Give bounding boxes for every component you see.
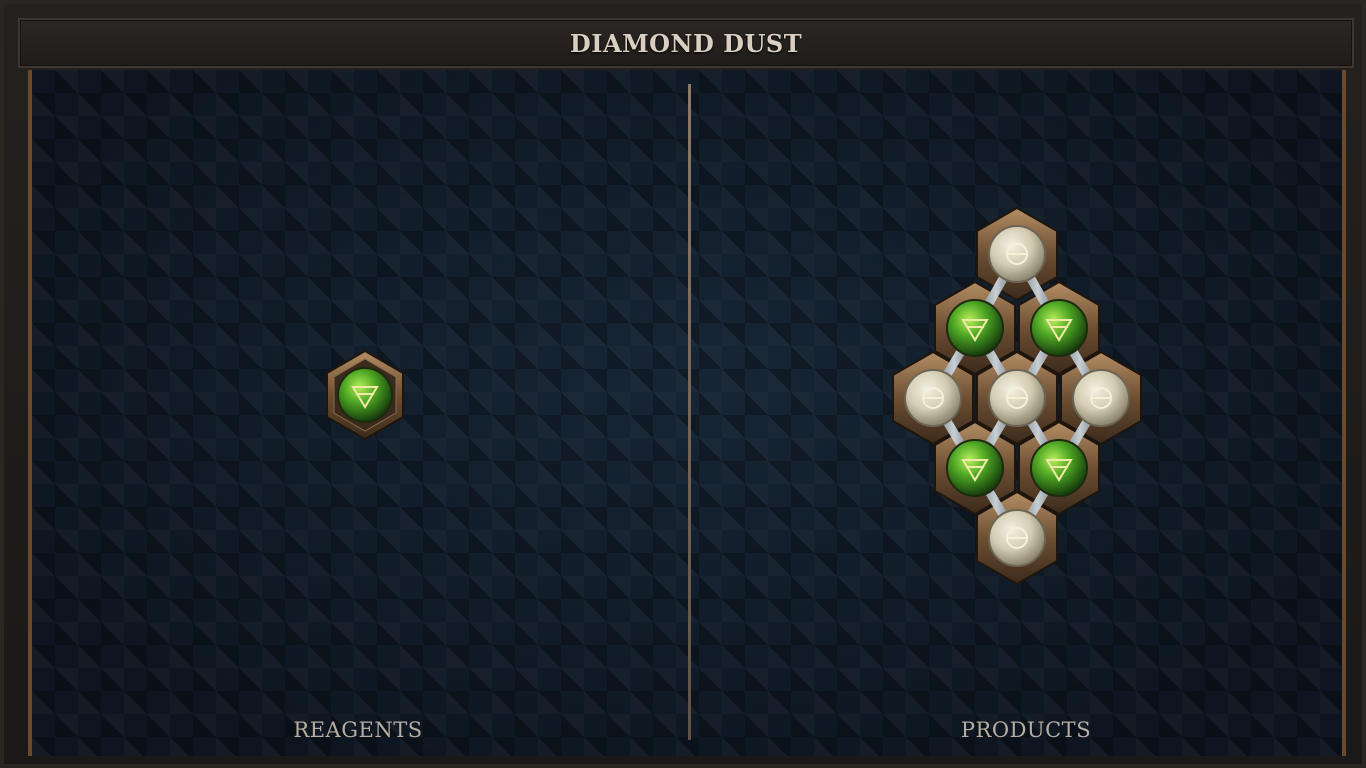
reagent-atom-earth[interactable] — [326, 349, 404, 441]
product-atom-earth[interactable] — [946, 439, 1004, 497]
product-atom-salt[interactable] — [1072, 369, 1130, 427]
window-frame: DIAMOND DUST REAGENTS PRODUCTS — [0, 0, 1366, 768]
product-atom-salt[interactable] — [988, 509, 1046, 567]
panel-divider — [688, 84, 691, 740]
product-atom-salt[interactable] — [988, 369, 1046, 427]
reagents-label: REAGENTS — [293, 718, 423, 742]
product-atom-earth[interactable] — [1030, 439, 1088, 497]
puzzle-board: REAGENTS PRODUCTS — [28, 70, 1346, 756]
board-graphics — [326, 206, 1142, 586]
puzzle-title: DIAMOND DUST — [569, 28, 803, 58]
title-bar: DIAMOND DUST — [18, 18, 1354, 68]
product-atom-salt[interactable] — [988, 225, 1046, 283]
product-atom-salt[interactable] — [904, 369, 962, 427]
product-atom-earth[interactable] — [946, 299, 1004, 357]
product-molecule — [892, 206, 1142, 586]
products-label: PRODUCTS — [960, 718, 1092, 742]
product-atom-earth[interactable] — [1030, 299, 1088, 357]
